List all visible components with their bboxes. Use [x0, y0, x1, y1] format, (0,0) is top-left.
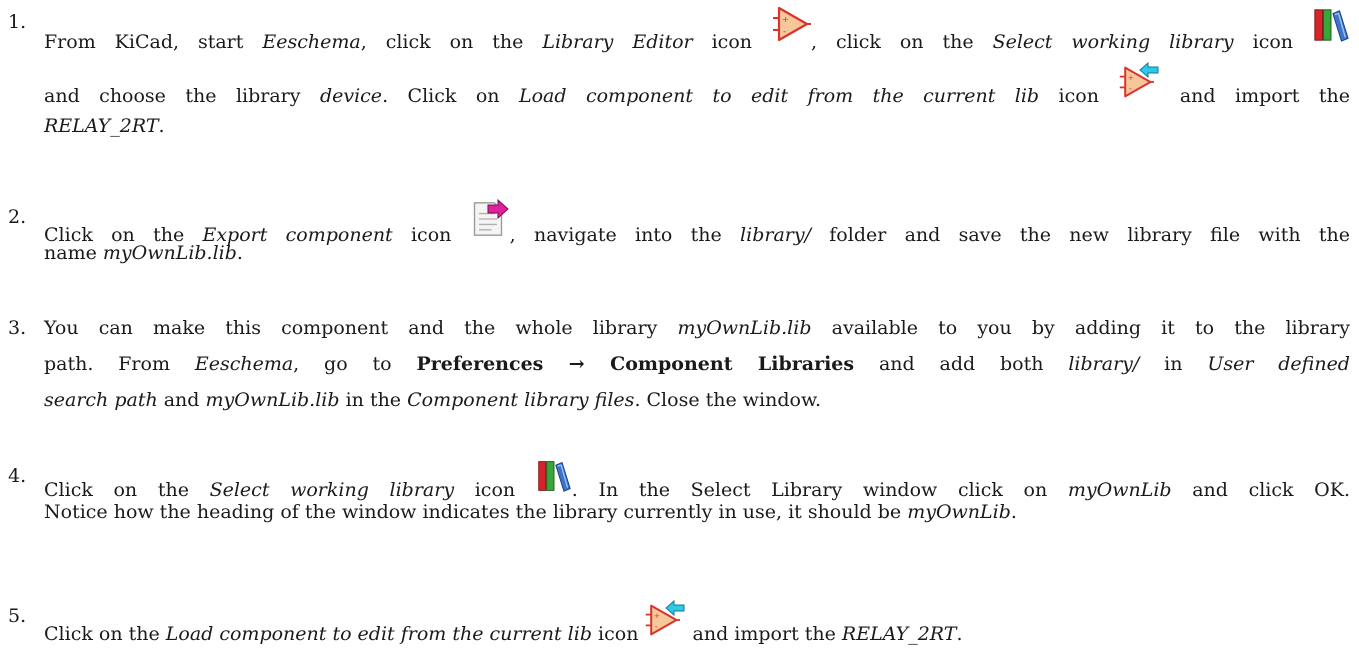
mylib-text: myOwnLib.lib [102, 242, 237, 264]
library-folder-text: library/ [740, 224, 811, 246]
library-editor-icon [771, 4, 811, 44]
step-number: 4. [8, 465, 27, 487]
eeschema-text: Eeschema [262, 31, 361, 53]
relay-text: RELAY_2RT [841, 623, 957, 645]
export-component-icon [470, 199, 510, 239]
step-number: 3. [8, 317, 27, 339]
instruction-list: 1. From KiCad, start Eeschema, click on … [0, 0, 1359, 652]
step-number: 5. [8, 605, 27, 627]
library-editor-text: Library Editor [542, 31, 693, 53]
load-component-icon [1118, 60, 1160, 102]
mylib-text: myOwnLib.lib [205, 389, 340, 411]
mylib-text: myOwnLib [907, 501, 1011, 523]
component-library-files-text: Component library files [407, 389, 635, 411]
mylib-text: myOwnLib.lib [677, 317, 812, 339]
library-folder-text: library/ [1068, 353, 1140, 375]
step-number: 1. [8, 11, 27, 33]
step-number: 2. [8, 206, 27, 228]
eeschema-text: Eeschema [194, 353, 294, 375]
select-working-library-icon [536, 458, 572, 494]
load-component-text: Load component to edit from the current … [518, 85, 1040, 107]
select-working-library-text: Select working library [992, 31, 1234, 53]
load-component-icon [644, 598, 686, 640]
user-defined-text: User defined [1207, 353, 1350, 375]
mylib-text: myOwnLib [1067, 479, 1172, 501]
menu-path: Preferences → Component Libraries [416, 353, 855, 375]
relay-text: RELAY_2RT [44, 115, 159, 137]
select-working-library-icon [1312, 6, 1350, 44]
load-component-text: Load component to edit from the current … [165, 623, 592, 645]
device-text: device [319, 85, 383, 107]
search-path-text: search path [44, 389, 158, 411]
